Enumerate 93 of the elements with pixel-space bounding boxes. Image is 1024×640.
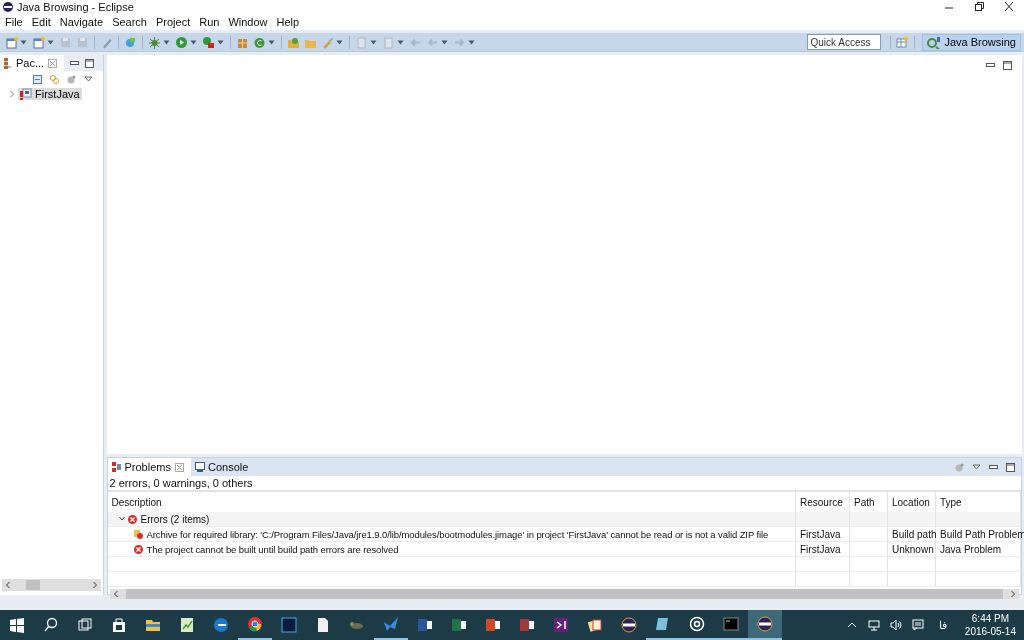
chrome-like-icon[interactable] [247,616,263,632]
bird-icon[interactable] [383,616,399,632]
eclipse-icon[interactable] [621,617,637,633]
hierarchy-icon [4,57,13,69]
caret-icon[interactable] [47,39,54,45]
menu-item[interactable]: Run [196,16,223,28]
document-icon[interactable] [315,617,331,633]
store-icon[interactable] [111,617,127,633]
scroll-right-icon[interactable] [1010,590,1016,598]
eclipse-icon[interactable] [757,616,773,632]
menu-item[interactable]: File [2,16,26,28]
view-menu-icon[interactable] [83,74,93,84]
caret-icon[interactable] [20,39,27,45]
folder-icon[interactable] [145,617,161,633]
scroll-left-icon[interactable] [112,590,119,598]
group-label[interactable]: Errors (2 items) [140,513,210,525]
notification-icon[interactable] [911,619,924,631]
language-indicator[interactable]: فا [938,618,947,632]
filter-icon[interactable] [66,74,76,84]
menu-item[interactable]: Project [153,16,194,28]
maximize-icon[interactable] [1003,61,1012,70]
new-file-icon[interactable] [32,35,45,49]
new-class-icon[interactable] [253,35,266,49]
terminal-icon[interactable] [723,616,739,632]
open-perspective-icon[interactable] [896,35,910,49]
window-title: Java Browsing - Eclipse [17,1,134,13]
maximize-icon[interactable] [85,58,95,68]
presentation-icon[interactable] [485,617,501,633]
error-icon [133,544,143,554]
menu-item[interactable]: Edit [28,16,54,28]
search-icon[interactable] [43,617,59,633]
caret-icon[interactable] [163,39,170,45]
project-error-icon [20,88,32,100]
collapse-all-icon[interactable] [32,74,42,84]
table-cell: FirstJava [800,528,841,540]
scroll-thumb[interactable] [26,580,40,590]
problem-description: Archive for required library: 'C:/Program Files/Java/jre1.9.0/lib/modules/bootmodules.jimage' in project 'FirstJava' cannot be read or is not a valid ZIP file [146,528,769,540]
caret-icon[interactable] [441,39,448,45]
view-menu-icon[interactable] [972,462,981,472]
table-cell: Java Problem [940,543,1002,555]
caret-icon[interactable] [217,39,224,45]
maximize-icon[interactable] [1006,462,1015,472]
code-editor-icon[interactable] [553,617,569,633]
quick-access-field[interactable]: Quick Access [807,34,882,50]
caret-icon[interactable] [468,39,475,45]
caret-icon[interactable] [370,39,377,45]
taskbar-button[interactable] [748,610,782,640]
table-cell: FirstJava [800,543,841,555]
monitor-icon [194,462,205,472]
caret-icon[interactable] [397,39,404,45]
word-processor-icon[interactable] [417,617,433,633]
problems-summary: 2 errors, 0 warnings, 0 others [107,476,1021,492]
run-icon[interactable] [175,35,188,49]
new-file-icon[interactable] [5,35,18,49]
task-view-icon[interactable] [77,617,93,633]
disc-icon[interactable] [689,616,705,632]
perspective-button[interactable]: Java Browsing [922,33,1021,51]
cards-icon[interactable] [587,617,603,633]
network-icon[interactable] [867,619,880,631]
table-cell: Unknown [892,543,934,555]
caret-icon[interactable] [190,39,197,45]
image-editor-icon[interactable] [281,617,297,633]
chart-document-icon[interactable] [179,617,195,633]
library-error-icon [133,529,143,539]
close-icon[interactable] [1002,1,1016,13]
problems-icon [111,462,122,472]
clock-time[interactable]: 6:44 PM [971,612,1010,625]
menu-item[interactable]: Window [225,16,271,28]
clock-date[interactable]: 2016-05-14 [964,625,1016,638]
scroll-right-icon[interactable] [91,581,98,589]
expand-icon[interactable] [118,515,125,523]
bug-icon[interactable] [148,35,161,49]
caret-icon[interactable] [336,39,343,45]
menu-item[interactable]: Navigate [56,16,107,28]
browser-icon[interactable] [213,617,229,633]
caret-icon[interactable] [268,39,275,45]
view-tab[interactable]: Problems [107,458,191,476]
horizontal-scrollbar[interactable] [2,579,101,591]
database-icon[interactable] [519,617,535,633]
view-tab[interactable]: Pac... [0,55,65,71]
table-cell: Build path [892,528,937,540]
spreadsheet-icon[interactable] [451,617,467,633]
tree-item[interactable]: FirstJava [18,88,82,100]
windows-icon[interactable] [9,617,25,633]
restore-icon[interactable] [972,1,986,13]
volume-icon[interactable] [889,619,902,631]
scroll-left-icon[interactable] [5,581,11,589]
problem-description: The project cannot be built until build path errors are resolved [146,543,399,555]
menu-item[interactable]: Help [273,16,303,28]
perspective-icon [927,35,942,49]
notepad-icon[interactable] [655,616,671,632]
run-tools-icon[interactable] [202,35,215,49]
menu-item[interactable]: Search [109,16,150,28]
